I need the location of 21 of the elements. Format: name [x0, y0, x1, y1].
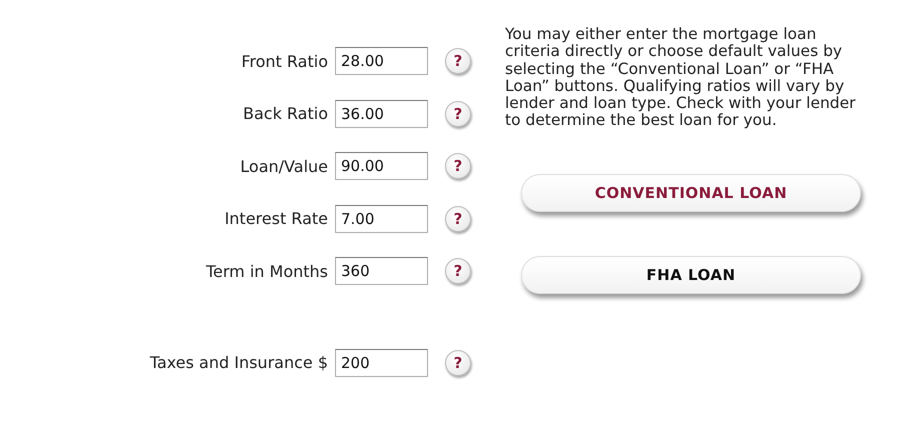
- help-icon[interactable]: ?: [445, 206, 471, 232]
- help-icon[interactable]: ?: [445, 153, 471, 180]
- input-field[interactable]: 7.00: [335, 204, 428, 233]
- field-label: Term in Months: [204, 262, 329, 281]
- loan-button[interactable]: CONVENTIONAL LOAN: [521, 174, 861, 212]
- field-label: Loan/Value: [239, 156, 329, 176]
- field-label: Interest Rate: [224, 209, 329, 228]
- help-icon[interactable]: ?: [445, 350, 471, 376]
- input-field[interactable]: 90.00: [335, 152, 428, 180]
- input-field[interactable]: 360: [335, 257, 428, 286]
- loan-button[interactable]: FHA LOAN: [521, 256, 861, 294]
- field-label: Taxes and Insurance $: [148, 353, 329, 372]
- input-field[interactable]: 36.00: [335, 100, 428, 128]
- input-field[interactable]: 200: [335, 348, 428, 377]
- instructions-text: You may either enter the mortgage loan criteria directly or choose default values by selecting the “Conventional Loan” or “FHA Loan” buttons. Qualifying ratios will vary by lender and loan type. Check with your lender to determine the best loan for you.: [505, 26, 857, 130]
- help-icon[interactable]: ?: [445, 258, 471, 284]
- help-icon[interactable]: ?: [445, 100, 471, 127]
- help-icon[interactable]: ?: [445, 48, 471, 74]
- field-label: Front Ratio: [240, 52, 329, 71]
- field-label: Back Ratio: [242, 104, 329, 124]
- input-field[interactable]: 28.00: [335, 47, 428, 76]
